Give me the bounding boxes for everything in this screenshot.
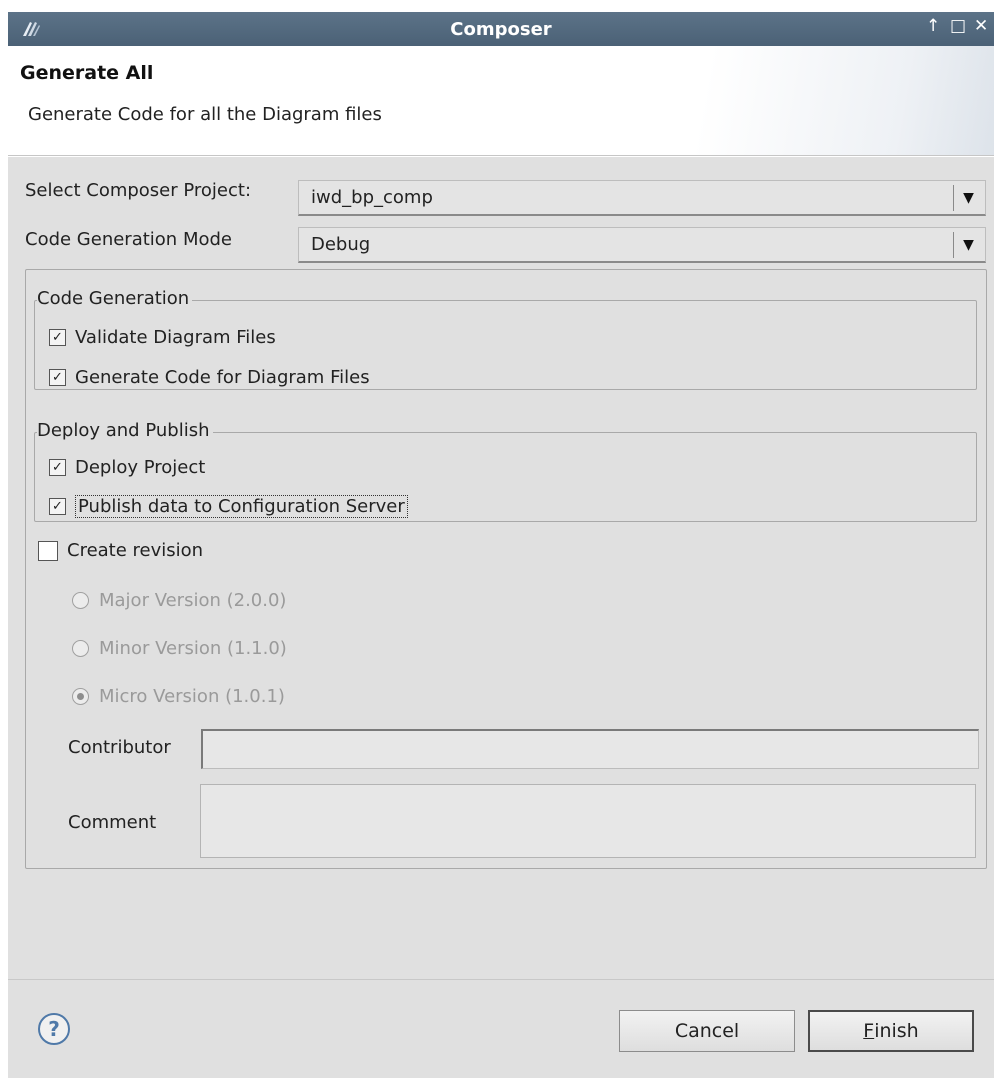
wizard-content: Select Composer Project: iwd_bp_comp ▼ C… [8, 157, 994, 979]
radio-minor-version[interactable]: Minor Version (1.1.0) [72, 638, 287, 659]
contributor-input[interactable] [201, 729, 979, 769]
create-revision-label: Create revision [67, 540, 204, 561]
checkbox-checked-icon[interactable]: ✓ [49, 498, 66, 515]
mode-select-value: Debug [311, 234, 371, 255]
wizard-footer: ? Cancel Finish [8, 979, 994, 1078]
validate-diagram-checkbox[interactable]: ✓ Validate Diagram Files [49, 327, 276, 348]
comment-textarea[interactable] [200, 784, 976, 858]
code-generation-title: Code Generation [37, 288, 193, 309]
radio-major-version[interactable]: Major Version (2.0.0) [72, 590, 286, 611]
publish-data-checkbox[interactable]: ✓ Publish data to Configuration Server [49, 495, 408, 518]
page-description: Generate Code for all the Diagram files [28, 104, 382, 125]
comment-label: Comment [68, 812, 157, 833]
checkbox-unchecked-icon[interactable] [38, 540, 58, 561]
contributor-label: Contributor [68, 737, 171, 758]
checkbox-checked-icon[interactable]: ✓ [49, 329, 66, 346]
code-generation-group: Code Generation ✓ Validate Diagram Files… [34, 288, 977, 390]
radio-micro-version[interactable]: Micro Version (1.0.1) [72, 686, 285, 707]
minor-version-label: Minor Version (1.1.0) [99, 638, 287, 659]
publish-data-label: Publish data to Configuration Server [75, 495, 408, 518]
mode-select[interactable]: Debug ▼ [298, 227, 986, 263]
help-icon[interactable]: ? [38, 1013, 70, 1045]
window-titlebar[interactable]: Composer ↑ □ ✕ [8, 12, 994, 46]
page-title: Generate All [20, 62, 154, 84]
checkbox-checked-icon[interactable]: ✓ [49, 369, 66, 386]
finish-label: inish [874, 1020, 919, 1042]
cancel-button[interactable]: Cancel [619, 1010, 795, 1052]
chevron-down-icon[interactable]: ▼ [953, 185, 983, 211]
deploy-project-label: Deploy Project [75, 457, 206, 478]
validate-diagram-label: Validate Diagram Files [75, 327, 276, 348]
project-label: Select Composer Project: [25, 180, 252, 201]
chevron-down-icon[interactable]: ▼ [953, 232, 983, 258]
mode-label: Code Generation Mode [25, 229, 232, 250]
radio-empty-icon[interactable] [72, 640, 89, 657]
wizard-header: Generate All Generate Code for all the D… [8, 46, 994, 156]
checkbox-checked-icon[interactable]: ✓ [49, 459, 66, 476]
project-select[interactable]: iwd_bp_comp ▼ [298, 180, 986, 216]
options-panel: Code Generation ✓ Validate Diagram Files… [25, 269, 987, 869]
window-controls: ↑ □ ✕ [926, 16, 988, 36]
close-icon[interactable]: ✕ [974, 16, 988, 36]
deploy-publish-title: Deploy and Publish [37, 420, 213, 441]
radio-selected-icon[interactable] [72, 688, 89, 705]
radio-empty-icon[interactable] [72, 592, 89, 609]
generate-code-checkbox[interactable]: ✓ Generate Code for Diagram Files [49, 367, 376, 388]
generate-code-label: Generate Code for Diagram Files [75, 367, 370, 388]
finish-button[interactable]: Finish [808, 1010, 974, 1052]
deploy-project-checkbox[interactable]: ✓ Deploy Project [49, 457, 205, 478]
project-select-value: iwd_bp_comp [311, 187, 433, 208]
create-revision-checkbox[interactable]: Create revision [38, 540, 203, 561]
window-title: Composer [450, 18, 552, 40]
maximize-icon[interactable]: □ [950, 16, 966, 36]
major-version-label: Major Version (2.0.0) [99, 590, 287, 611]
finish-mnemonic: F [863, 1020, 875, 1042]
micro-version-label: Micro Version (1.0.1) [99, 686, 285, 707]
deploy-publish-group: Deploy and Publish ✓ Deploy Project ✓ Pu… [34, 420, 977, 522]
pin-icon[interactable]: ↑ [926, 16, 940, 36]
